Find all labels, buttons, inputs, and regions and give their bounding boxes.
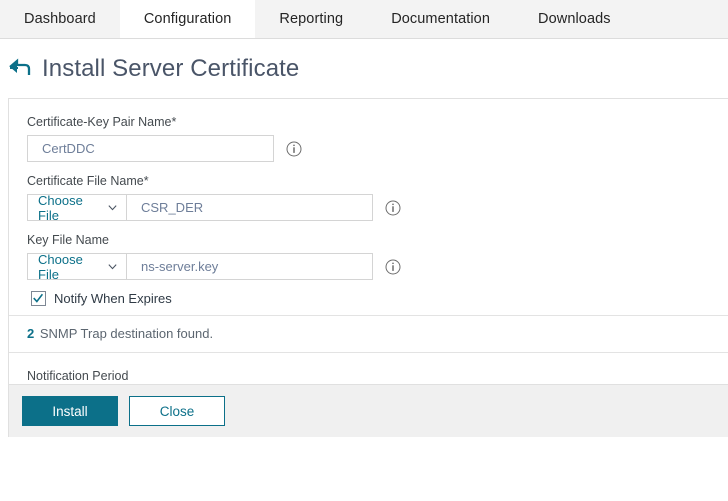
tab-reporting[interactable]: Reporting [255,0,367,38]
form-fields-container: Certificate-Key Pair Name* Certificate F… [9,99,728,306]
tab-label: Dashboard [24,11,96,27]
field-label: Certificate File Name* [27,173,728,189]
close-button[interactable]: Close [129,396,225,426]
install-certificate-form-card: Certificate-Key Pair Name* Certificate F… [8,98,728,437]
choose-file-label: Choose File [38,193,101,223]
tab-configuration[interactable]: Configuration [120,0,256,38]
choose-file-label: Choose File [38,252,101,282]
field-certificate-file-name: Certificate File Name* Choose File [27,173,728,221]
field-key-file-name: Key File Name Choose File [27,232,728,280]
chevron-down-icon [107,202,118,213]
snmp-trap-message: 2 SNMP Trap destination found. [9,315,728,353]
input-row: Choose File [27,194,728,221]
tab-documentation[interactable]: Documentation [367,0,514,38]
back-arrow-icon[interactable] [7,56,33,82]
checkbox-box-checked-icon [31,291,46,306]
info-icon[interactable] [385,200,401,216]
snmp-trap-text: SNMP Trap destination found. [40,326,213,341]
chevron-down-icon [107,261,118,272]
page-header: Install Server Certificate [0,39,728,98]
snmp-trap-count: 2 [27,326,34,341]
install-button[interactable]: Install [22,396,118,426]
key-file-name-input[interactable] [126,253,373,280]
field-label: Certificate-Key Pair Name* [27,114,728,130]
info-icon[interactable] [385,259,401,275]
checkbox-label: Notify When Expires [54,291,172,306]
certificate-key-pair-name-input[interactable] [27,135,274,162]
field-label: Notification Period [27,368,728,384]
notify-when-expires-checkbox[interactable]: Notify When Expires [31,291,172,306]
tab-label: Reporting [279,11,343,27]
tab-dashboard[interactable]: Dashboard [0,0,120,38]
certificate-file-name-input[interactable] [126,194,373,221]
input-row: Choose File [27,253,728,280]
tab-label: Documentation [391,11,490,27]
field-certificate-key-pair-name: Certificate-Key Pair Name* [27,114,728,162]
key-choose-file-dropdown[interactable]: Choose File [27,253,126,280]
input-row [27,135,728,162]
tab-label: Configuration [144,11,232,27]
info-icon[interactable] [286,141,302,157]
main-tab-bar: Dashboard Configuration Reporting Docume… [0,0,728,39]
form-action-bar: Install Close [9,384,728,437]
certificate-choose-file-dropdown[interactable]: Choose File [27,194,126,221]
tab-label: Downloads [538,11,611,27]
field-label: Key File Name [27,232,728,248]
tab-downloads[interactable]: Downloads [514,0,635,38]
page-title: Install Server Certificate [42,55,299,83]
